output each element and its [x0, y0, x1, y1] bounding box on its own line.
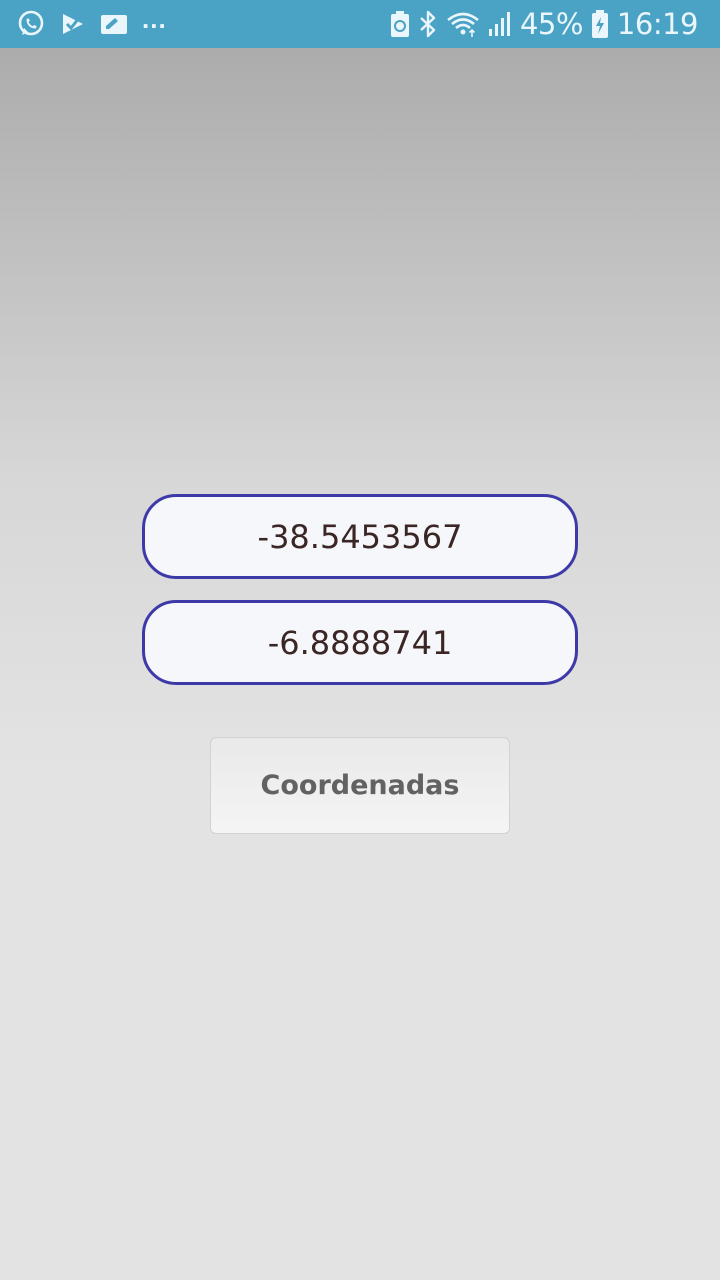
longitude-input[interactable] — [145, 623, 575, 662]
wifi-icon — [446, 10, 480, 38]
latitude-field[interactable] — [142, 494, 578, 579]
battery-icon — [591, 9, 609, 39]
coordinates-button[interactable]: Coordenadas — [210, 737, 510, 834]
app-content: Coordenadas — [0, 48, 720, 1280]
status-bar-right: 45% 16:19 — [390, 0, 699, 48]
recycle-battery-saver-icon — [390, 10, 410, 38]
longitude-field[interactable] — [142, 600, 578, 685]
latitude-input[interactable] — [145, 517, 575, 556]
status-overflow-indicator: ... — [142, 3, 167, 34]
whatsapp-icon — [16, 9, 46, 39]
bluetooth-icon — [418, 9, 438, 39]
edit-card-icon — [100, 12, 128, 36]
check-notification-icon — [60, 11, 86, 37]
coordinates-button-label: Coordenadas — [260, 770, 460, 801]
signal-icon — [488, 11, 512, 37]
status-bar: ... 45% 16:19 — [0, 0, 720, 48]
status-time: 16:19 — [616, 7, 699, 41]
status-bar-left: ... — [16, 0, 167, 48]
battery-percent: 45% — [519, 7, 583, 41]
